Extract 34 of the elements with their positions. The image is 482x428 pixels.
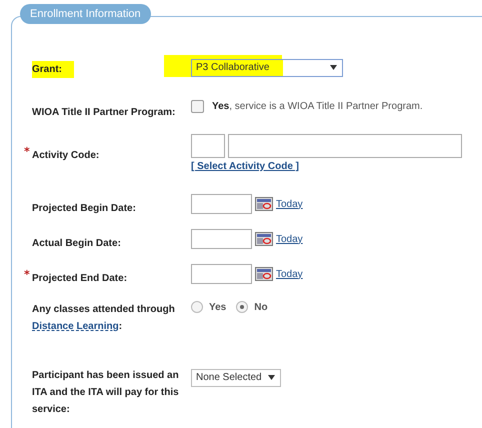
field-label: Activity Code: (32, 149, 100, 163)
caret-icon (330, 65, 337, 70)
checkbox[interactable] (191, 100, 204, 113)
caret-icon (268, 375, 275, 380)
field-label: Actual Begin Date: (32, 237, 121, 251)
field-label: Grant: (32, 61, 74, 78)
field-label: Projected Begin Date: (32, 202, 136, 216)
date-input[interactable] (191, 194, 252, 214)
checkbox-label: Yes, service is a WIOA Title II Partner Program. (212, 101, 423, 112)
required-marker: * (24, 144, 30, 160)
date-input[interactable] (191, 264, 252, 284)
calendar-icon[interactable] (255, 232, 273, 246)
field-label: Participant has been issued an ITA and the ITA will pay for this service: (32, 369, 180, 417)
code-input[interactable] (191, 134, 225, 158)
radio-button[interactable] (191, 301, 203, 313)
today-link[interactable]: Today (276, 234, 303, 244)
description-input[interactable] (228, 134, 462, 158)
field-label: Projected End Date: (32, 272, 128, 286)
dropdown[interactable]: P3 Collaborative (191, 58, 343, 76)
field-label: WIOA Title II Partner Program: (32, 106, 176, 120)
distance-learning-link[interactable]: Distance Learning (32, 321, 119, 332)
field-label: Any classes attended through Distance Learning: (32, 303, 176, 334)
calendar-icon[interactable] (255, 197, 273, 211)
today-link[interactable]: Today (276, 198, 303, 210)
radio-label: No (254, 302, 268, 312)
today-link[interactable]: Today (276, 268, 303, 280)
required-marker: * (24, 267, 30, 283)
calendar-icon[interactable] (255, 267, 273, 281)
date-input[interactable] (191, 229, 252, 249)
select-activity-code-link[interactable]: [ Select Activity Code ] (191, 161, 299, 172)
section-title: Enrollment Information (20, 4, 151, 24)
radio-label: Yes (209, 302, 226, 312)
radio-button[interactable] (236, 301, 248, 313)
dropdown[interactable]: None Selected (191, 368, 281, 386)
